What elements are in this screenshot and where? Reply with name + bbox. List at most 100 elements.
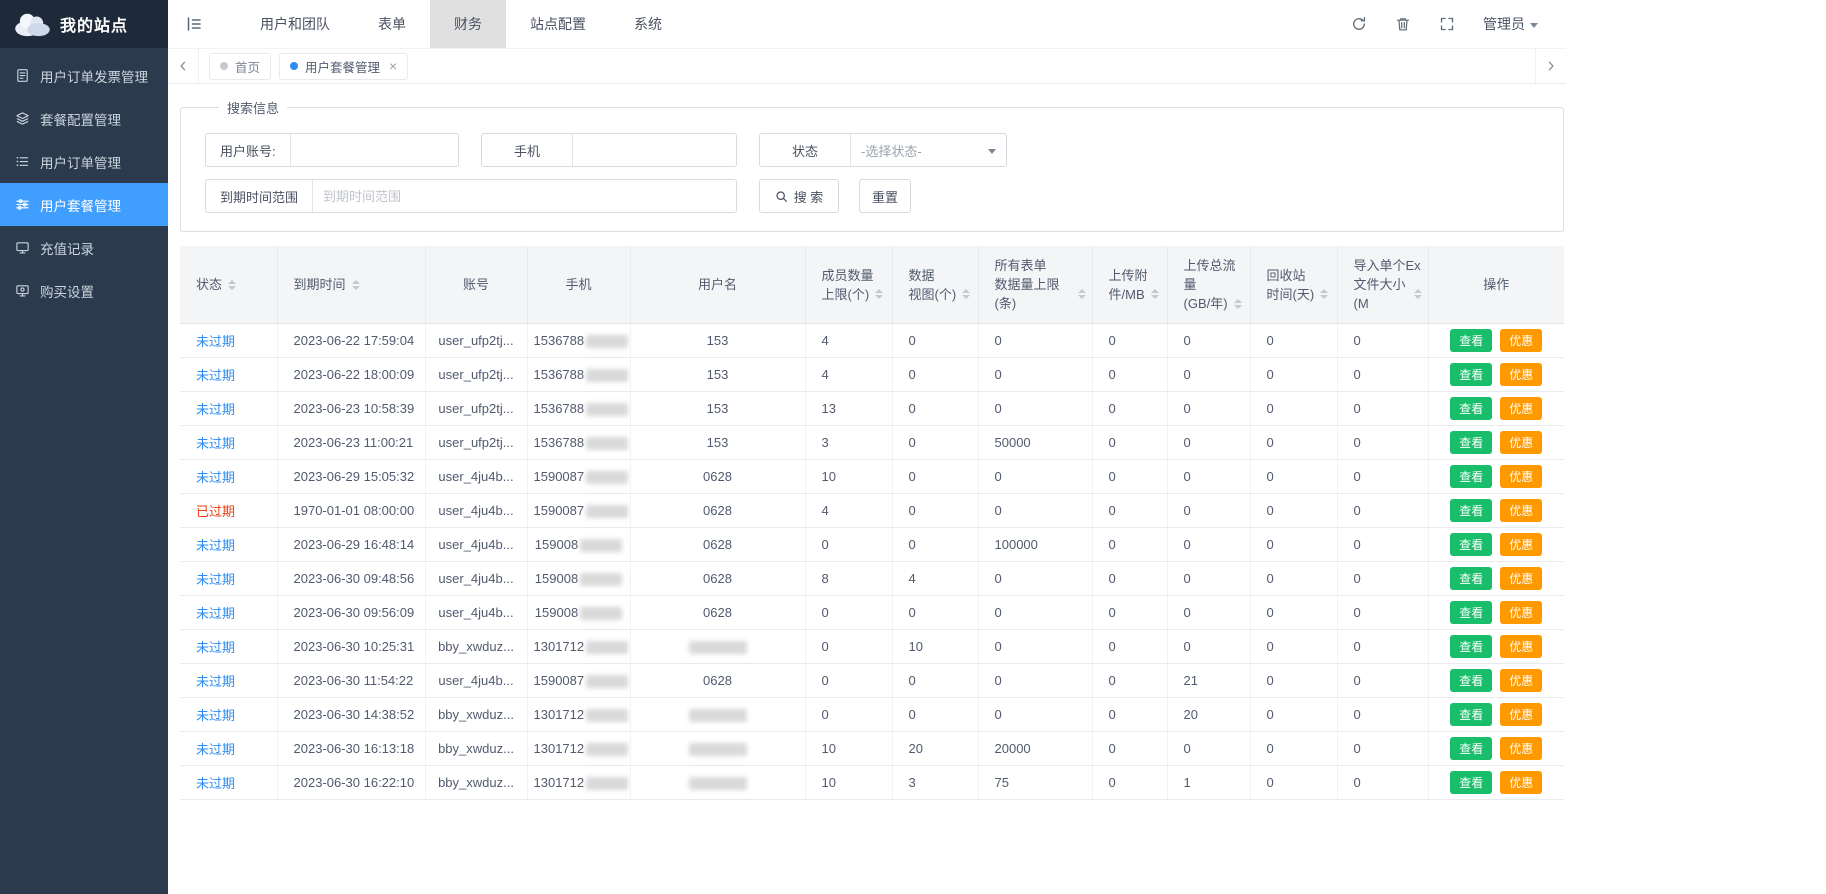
- sort-caret-icon[interactable]: [875, 289, 883, 299]
- column-header[interactable]: 数据视图(个): [892, 246, 978, 324]
- sort-caret-icon[interactable]: [352, 280, 360, 290]
- discount-button[interactable]: 优惠: [1500, 601, 1542, 624]
- sort-caret-icon[interactable]: [1151, 289, 1159, 299]
- refresh-icon[interactable]: [1351, 16, 1367, 32]
- masked-digits: [586, 403, 628, 416]
- view-button[interactable]: 查看: [1450, 737, 1492, 760]
- sidebar-collapse-icon[interactable]: [168, 0, 220, 48]
- sort-caret-icon[interactable]: [1078, 289, 1086, 299]
- expire-time-cell: 2023-06-30 16:22:10: [277, 766, 425, 800]
- column-header[interactable]: 到期时间: [277, 246, 425, 324]
- sort-caret-icon[interactable]: [1234, 299, 1242, 309]
- form-data-limit-cell: 0: [978, 358, 1092, 392]
- member-limit-cell: 4: [805, 494, 892, 528]
- sidebar-item-package-config[interactable]: 套餐配置管理: [0, 97, 168, 140]
- search-button[interactable]: 搜 索: [759, 179, 839, 213]
- discount-button[interactable]: 优惠: [1500, 635, 1542, 658]
- tab-close-icon[interactable]: ×: [389, 59, 397, 73]
- sidebar-item-user-order[interactable]: 用户订单管理: [0, 140, 168, 183]
- discount-button[interactable]: 优惠: [1500, 431, 1542, 454]
- table-row: 未过期2023-06-29 15:05:32user_4ju4b...15900…: [180, 460, 1564, 494]
- view-button[interactable]: 查看: [1450, 499, 1492, 522]
- masked-digits: [586, 641, 628, 654]
- view-button[interactable]: 查看: [1450, 329, 1492, 352]
- excel-size-cell: 0: [1337, 426, 1428, 460]
- account-label: 用户账号:: [206, 134, 291, 166]
- upload-attachment-cell: 0: [1092, 460, 1167, 494]
- tab-home[interactable]: 首页: [209, 53, 271, 80]
- discount-button[interactable]: 优惠: [1500, 737, 1542, 760]
- view-button[interactable]: 查看: [1450, 397, 1492, 420]
- sidebar-item-user-order-invoice[interactable]: 用户订单发票管理: [0, 54, 168, 97]
- sidebar-item-user-package[interactable]: 用户套餐管理: [0, 183, 168, 226]
- page-content: 搜索信息 用户账号: 手机 状态 -选择状态-: [168, 84, 1566, 800]
- column-header[interactable]: 上传总流量(GB/年): [1167, 246, 1250, 324]
- date-range-input[interactable]: [313, 180, 736, 212]
- discount-button[interactable]: 优惠: [1500, 465, 1542, 488]
- status-select[interactable]: -选择状态-: [851, 134, 1006, 166]
- nav-item-system[interactable]: 系统: [610, 0, 686, 48]
- phone-cell: 1590087: [527, 460, 630, 494]
- column-header[interactable]: 回收站时间(天): [1250, 246, 1337, 324]
- discount-button[interactable]: 优惠: [1500, 499, 1542, 522]
- sidebar-item-purchase-settings[interactable]: 购买设置: [0, 269, 168, 312]
- purchase-icon: [14, 283, 30, 298]
- form-data-limit-cell: 20000: [978, 732, 1092, 766]
- view-button[interactable]: 查看: [1450, 601, 1492, 624]
- username-cell: 153: [630, 358, 805, 392]
- view-button[interactable]: 查看: [1450, 465, 1492, 488]
- view-button[interactable]: 查看: [1450, 635, 1492, 658]
- recycle-days-cell: 0: [1250, 732, 1337, 766]
- discount-button[interactable]: 优惠: [1500, 703, 1542, 726]
- nav-item-label: 站点配置: [530, 14, 586, 34]
- recycle-days-cell: 0: [1250, 630, 1337, 664]
- view-button[interactable]: 查看: [1450, 669, 1492, 692]
- nav-item-forms[interactable]: 表单: [354, 0, 430, 48]
- fullscreen-icon[interactable]: [1439, 16, 1455, 32]
- tabs-scroll-left-icon[interactable]: [168, 49, 199, 83]
- sidebar-item-recharge-records[interactable]: 充值记录: [0, 226, 168, 269]
- tab-user-package[interactable]: 用户套餐管理×: [279, 53, 408, 80]
- column-header[interactable]: 状态: [180, 246, 277, 324]
- discount-button[interactable]: 优惠: [1500, 397, 1542, 420]
- discount-button[interactable]: 优惠: [1500, 363, 1542, 386]
- view-button[interactable]: 查看: [1450, 431, 1492, 454]
- discount-button[interactable]: 优惠: [1500, 567, 1542, 590]
- account-input[interactable]: [291, 134, 458, 166]
- sort-caret-icon[interactable]: [1414, 289, 1422, 299]
- nav-item-site-config[interactable]: 站点配置: [506, 0, 610, 48]
- view-button[interactable]: 查看: [1450, 567, 1492, 590]
- reset-button[interactable]: 重置: [859, 179, 911, 213]
- upload-attachment-cell: 0: [1092, 664, 1167, 698]
- trash-icon[interactable]: [1395, 16, 1411, 32]
- actions-cell: 查看优惠: [1428, 528, 1564, 562]
- sort-caret-icon[interactable]: [228, 280, 236, 290]
- tabs-scroll-right-icon[interactable]: [1535, 49, 1566, 83]
- discount-button[interactable]: 优惠: [1500, 771, 1542, 794]
- status-cell: 未过期: [180, 732, 277, 766]
- sort-caret-icon[interactable]: [1320, 289, 1328, 299]
- status-cell: 已过期: [180, 494, 277, 528]
- view-button[interactable]: 查看: [1450, 771, 1492, 794]
- masked-username: [689, 777, 747, 790]
- form-data-limit-cell: 0: [978, 698, 1092, 732]
- sort-caret-icon[interactable]: [962, 289, 970, 299]
- admin-dropdown[interactable]: 管理员: [1483, 14, 1538, 34]
- view-button[interactable]: 查看: [1450, 363, 1492, 386]
- nav-item-users-teams[interactable]: 用户和团队: [236, 0, 354, 48]
- column-header[interactable]: 成员数量上限(个): [805, 246, 892, 324]
- column-header[interactable]: 导入单个Ex文件大小(M: [1337, 246, 1428, 324]
- phone-input[interactable]: [573, 134, 736, 166]
- nav-item-finance[interactable]: 财务: [430, 0, 506, 48]
- column-header[interactable]: 所有表单数据量上限(条): [978, 246, 1092, 324]
- column-header[interactable]: 上传附件/MB: [1092, 246, 1167, 324]
- form-data-limit-cell: 0: [978, 630, 1092, 664]
- discount-button[interactable]: 优惠: [1500, 329, 1542, 352]
- view-button[interactable]: 查看: [1450, 703, 1492, 726]
- discount-button[interactable]: 优惠: [1500, 669, 1542, 692]
- username-cell: 153: [630, 426, 805, 460]
- actions-cell: 查看优惠: [1428, 630, 1564, 664]
- discount-button[interactable]: 优惠: [1500, 533, 1542, 556]
- status-select-group: 状态 -选择状态-: [759, 133, 1007, 167]
- view-button[interactable]: 查看: [1450, 533, 1492, 556]
